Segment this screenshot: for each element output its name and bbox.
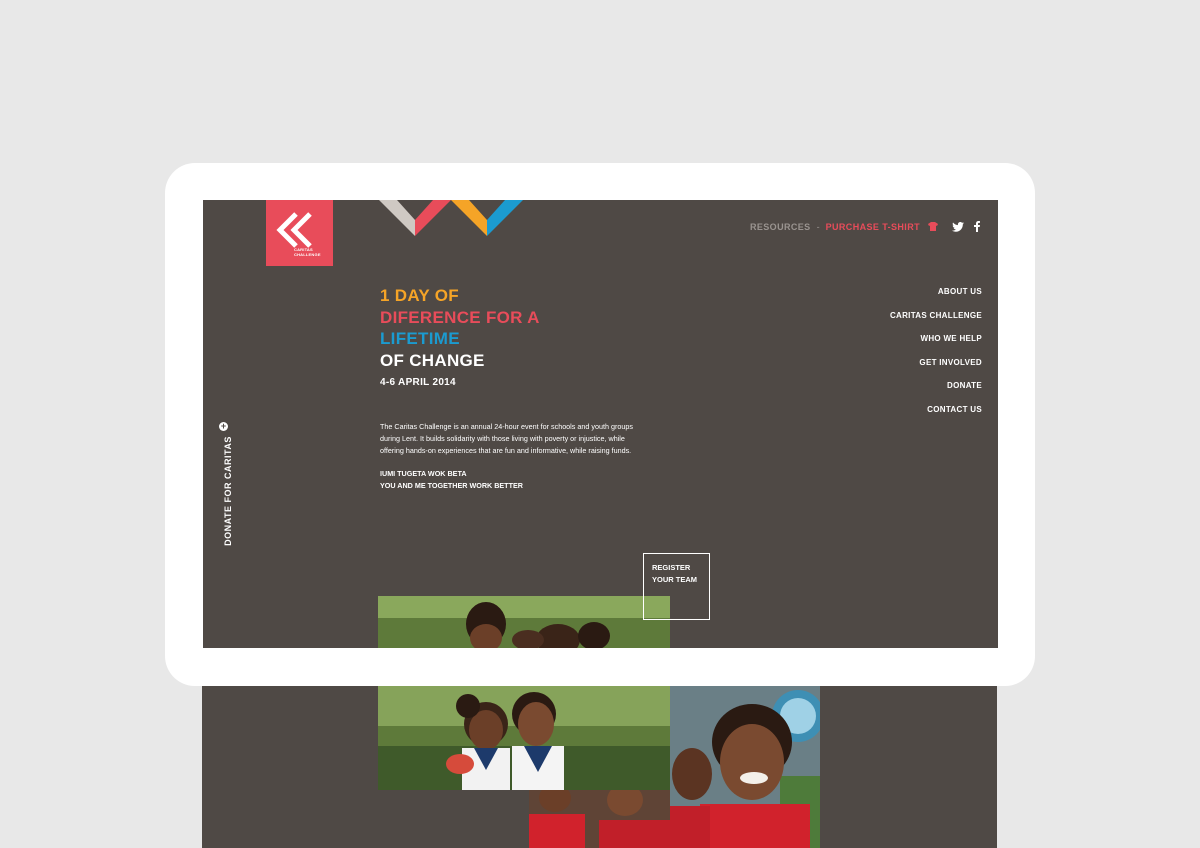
photo-students-top xyxy=(378,596,670,648)
photo-boy-smiling xyxy=(670,686,820,848)
top-nav: RESOURCES - PURCHASE T-SHIRT xyxy=(750,221,980,232)
headline-line-2: DIFERENCE FOR A xyxy=(380,307,540,327)
motto-pijin: IUMI TUGETA WOK BETA xyxy=(380,469,467,478)
photo-kids-red-shirts xyxy=(529,790,670,848)
headline-line-1: 1 DAY OF xyxy=(380,286,459,305)
nav-separator: - xyxy=(816,221,820,232)
hero-headline: 1 DAY OF DIFERENCE FOR A LIFETIME OF CHA… xyxy=(380,285,540,371)
nav-who-we-help[interactable]: WHO WE HELP xyxy=(890,334,982,344)
decorative-chevrons xyxy=(379,200,523,236)
register-team-label: REGISTER YOUR TEAM xyxy=(652,563,697,584)
tablet-frame: CARITAS CHALLENGE RESOURCES - PURCHASE T… xyxy=(165,163,1035,686)
facebook-icon[interactable] xyxy=(974,221,980,232)
resources-link[interactable]: RESOURCES xyxy=(750,222,811,232)
donate-for-caritas-tab[interactable]: + DONATE FOR CARITAS xyxy=(217,421,233,546)
donate-tab-label: DONATE FOR CARITAS xyxy=(223,436,233,546)
plus-circle-icon: + xyxy=(219,421,228,431)
intro-paragraph: The Caritas Challenge is an annual 24-ho… xyxy=(380,422,633,455)
twitter-icon[interactable] xyxy=(952,221,964,232)
purchase-tshirt-link[interactable]: PURCHASE T-SHIRT xyxy=(826,222,920,232)
nav-caritas-challenge[interactable]: CARITAS CHALLENGE xyxy=(890,311,982,321)
tshirt-icon[interactable] xyxy=(928,222,938,231)
nav-about-us[interactable]: ABOUT US xyxy=(890,287,982,297)
motto-english: YOU AND ME TOGETHER WORK BETTER xyxy=(380,481,523,490)
nav-donate[interactable]: DONATE xyxy=(890,381,982,391)
headline-line-4: OF CHANGE xyxy=(380,350,485,370)
photo-students-smiling xyxy=(378,686,670,790)
website-screen: CARITAS CHALLENGE RESOURCES - PURCHASE T… xyxy=(203,200,998,648)
logo-wordmark: CARITAS CHALLENGE xyxy=(294,247,321,257)
main-nav: ABOUT US CARITAS CHALLENGE WHO WE HELP G… xyxy=(890,287,982,428)
register-team-button[interactable]: REGISTER YOUR TEAM xyxy=(643,553,710,620)
event-date: 4-6 APRIL 2014 xyxy=(380,377,456,388)
motto: IUMI TUGETA WOK BETA YOU AND ME TOGETHER… xyxy=(380,468,523,492)
caritas-logo[interactable]: CARITAS CHALLENGE xyxy=(266,200,333,266)
nav-contact-us[interactable]: CONTACT US xyxy=(890,405,982,415)
headline-line-3: LIFETIME xyxy=(380,329,460,348)
nav-get-involved[interactable]: GET INVOLVED xyxy=(890,358,982,368)
